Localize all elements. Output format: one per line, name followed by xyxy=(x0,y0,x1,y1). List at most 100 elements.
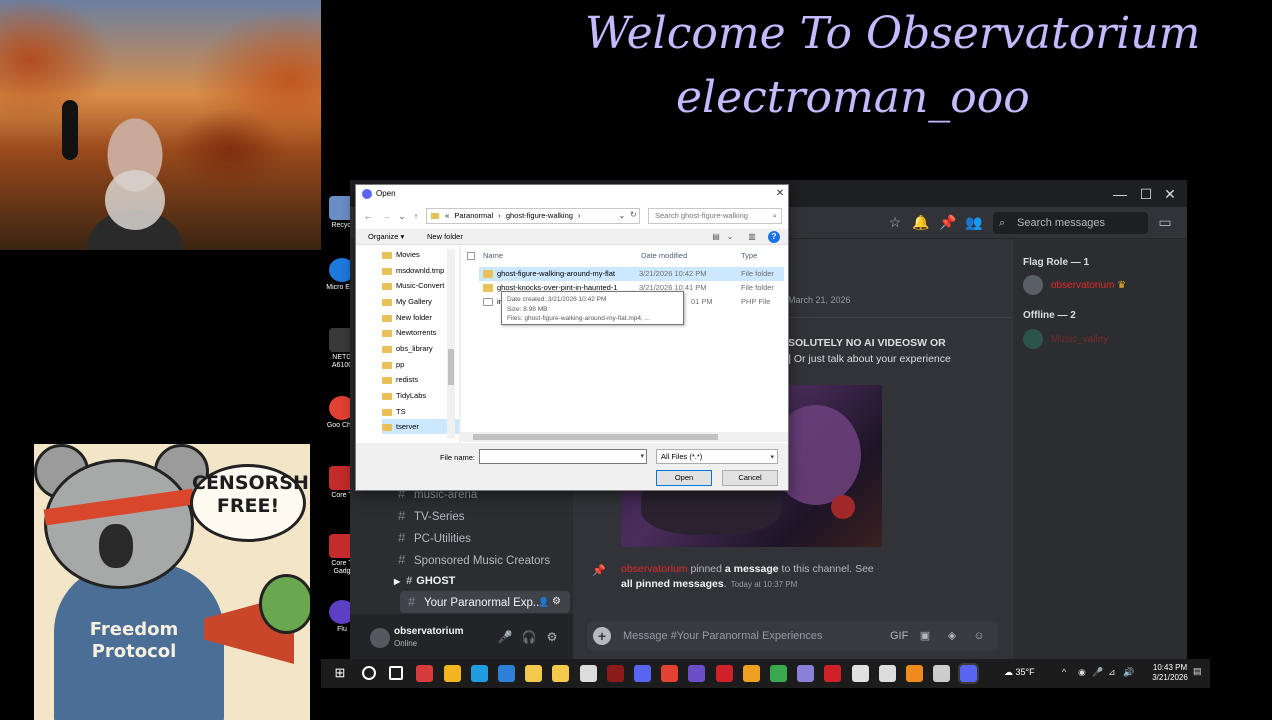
pinned-message-link[interactable]: a message xyxy=(725,563,779,575)
organize-button[interactable]: Organize ▾ xyxy=(368,232,404,241)
search-icon[interactable] xyxy=(362,666,376,680)
volume-icon[interactable]: 🔊 xyxy=(1123,667,1134,678)
app-green-icon[interactable] xyxy=(770,665,787,682)
microphone-icon[interactable]: 🎤 xyxy=(1092,667,1103,678)
chrome-icon[interactable] xyxy=(661,665,679,682)
app-purple-icon[interactable] xyxy=(688,665,706,682)
cancel-button[interactable]: Cancel xyxy=(722,470,778,486)
app-red-icon[interactable] xyxy=(416,665,434,682)
apps-icon[interactable]: ◈ xyxy=(944,628,960,644)
app-orange-icon[interactable] xyxy=(742,665,760,682)
discord-active-icon[interactable] xyxy=(958,663,980,684)
emoji-icon[interactable]: ☺ xyxy=(971,628,987,644)
members-icon[interactable]: 👥 xyxy=(965,213,983,231)
channel-settings-icon[interactable]: ⚙ xyxy=(552,591,561,613)
inbox-icon[interactable]: ▭ xyxy=(1156,213,1174,231)
channel-tv-series[interactable]: # TV-Series xyxy=(398,505,568,527)
up-folder-icon[interactable]: ↑ xyxy=(410,209,422,223)
sticker-icon[interactable]: ▣ xyxy=(917,628,933,644)
close-icon[interactable]: ✕ xyxy=(1160,184,1180,204)
app-box-icon[interactable] xyxy=(878,665,896,682)
all-pinned-messages-link[interactable]: all pinned messages xyxy=(621,578,724,590)
notification-icon[interactable]: ▤ xyxy=(1193,666,1202,677)
column-name[interactable]: Name xyxy=(483,251,503,260)
refresh-icon[interactable]: ↻ xyxy=(630,210,637,219)
chevron-down-icon[interactable]: ▾ xyxy=(640,452,644,460)
weather-widget[interactable]: ☁ 35°F xyxy=(1004,667,1035,678)
chevron-down-icon[interactable]: ⌄ xyxy=(724,231,736,243)
user-settings-icon[interactable]: ⚙ xyxy=(544,629,560,645)
channel-your-paranormal-experiences[interactable]: # Your Paranormal Exp... 👤 ⚙ xyxy=(400,591,570,613)
message-input[interactable]: + Message #Your Paranormal Experiences G… xyxy=(587,621,999,651)
scrollbar-thumb[interactable] xyxy=(473,434,718,440)
member-group-header: Flag Role — 1 xyxy=(1023,257,1090,268)
pin-icon[interactable]: 📌 xyxy=(939,213,957,231)
calendar-icon[interactable] xyxy=(552,665,570,682)
select-all-checkbox[interactable] xyxy=(467,252,475,260)
column-date-modified[interactable]: Date modified xyxy=(641,251,687,260)
category-ghost[interactable]: ▶ # GHOST xyxy=(394,573,455,590)
file-row[interactable]: ghost-figure-walking-around-my-flat 3/21… xyxy=(479,267,784,281)
open-button[interactable]: Open xyxy=(656,470,712,486)
windows-start-icon[interactable]: ⊞ xyxy=(333,666,347,680)
microphone-icon[interactable]: 🎤 xyxy=(497,629,513,645)
avatar[interactable] xyxy=(1023,329,1043,349)
pin-user[interactable]: observatorium xyxy=(621,563,688,575)
obs-icon[interactable] xyxy=(851,665,869,682)
column-type[interactable]: Type xyxy=(741,251,757,260)
app-red-circle-icon[interactable] xyxy=(715,665,733,682)
headphones-icon[interactable]: 🎧 xyxy=(521,629,537,645)
file-type-select[interactable]: All Files (*.*) ▾ xyxy=(656,449,778,464)
file-name-input[interactable]: ▾ xyxy=(479,449,647,464)
bell-icon[interactable]: 🔔 xyxy=(912,213,930,231)
settings-icon[interactable] xyxy=(933,665,951,682)
avatar[interactable] xyxy=(1023,275,1043,295)
breadcrumb[interactable]: ghost-figure-walking xyxy=(506,211,573,220)
horizontal-scrollbar[interactable] xyxy=(461,432,788,442)
new-folder-button[interactable]: New folder xyxy=(427,232,463,241)
breadcrumb[interactable]: Paranormal xyxy=(454,211,493,220)
avatar[interactable] xyxy=(370,628,390,648)
vlc-icon[interactable] xyxy=(906,665,923,682)
clock[interactable]: 10:43 PM 3/21/2026 xyxy=(1148,663,1192,683)
preview-pane-icon[interactable]: ▥ xyxy=(746,231,758,243)
member-name[interactable]: observatorium ♛ xyxy=(1051,280,1126,291)
app-blue-icon[interactable] xyxy=(498,665,515,682)
forward-icon[interactable]: → xyxy=(380,209,392,223)
address-bar[interactable]: « Paranormal › ghost-figure-walking › ⌄ xyxy=(426,208,640,224)
view-options-icon[interactable]: ▤ xyxy=(710,231,722,243)
message-placeholder: Message #Your Paranormal Experiences xyxy=(623,630,823,642)
chevron-down-icon[interactable]: ⌄ xyxy=(396,209,408,223)
chevron-up-icon[interactable]: ^ xyxy=(1062,667,1066,677)
folder-icon xyxy=(382,361,392,369)
back-icon[interactable]: ← xyxy=(362,209,374,223)
app-dark-red-icon[interactable] xyxy=(606,665,624,682)
network-icon[interactable]: ⊿ xyxy=(1108,667,1116,678)
gif-icon[interactable]: GIF xyxy=(890,628,908,644)
help-icon[interactable]: ? xyxy=(768,231,780,243)
member-name[interactable]: Music_valley xyxy=(1051,334,1108,345)
add-attachment-icon[interactable]: + xyxy=(593,627,611,645)
tray-app-icon[interactable]: ◉ xyxy=(1078,667,1086,678)
search-input[interactable]: Search ghost-figure-walking ⌕ xyxy=(648,208,782,224)
app-multicolor-icon[interactable] xyxy=(443,665,461,682)
chevron-down-icon[interactable]: ⌄ xyxy=(619,209,625,223)
star-icon[interactable]: ☆ xyxy=(886,213,904,231)
add-member-icon[interactable]: 👤 xyxy=(538,591,549,613)
scrollbar-thumb[interactable] xyxy=(448,349,454,385)
category-arrow-icon: ▶ xyxy=(394,577,401,586)
minimize-icon[interactable]: — xyxy=(1110,184,1130,204)
search-messages-input[interactable]: ⌕ Search messages xyxy=(993,212,1148,234)
maximize-icon[interactable]: ☐ xyxy=(1136,184,1156,204)
discord-icon[interactable] xyxy=(634,665,651,682)
scrollbar[interactable] xyxy=(447,249,455,439)
opera-icon[interactable] xyxy=(824,665,842,682)
task-view-icon[interactable] xyxy=(389,666,404,680)
file-explorer-icon[interactable] xyxy=(525,665,543,682)
app-lavender-icon[interactable] xyxy=(797,665,815,682)
edge-icon[interactable] xyxy=(470,665,488,682)
close-icon[interactable]: ✕ xyxy=(773,187,787,201)
app-audio-icon[interactable] xyxy=(579,665,597,682)
channel-sponsored-music-creators[interactable]: # Sponsored Music Creators xyxy=(398,549,568,571)
channel-pc-utilities[interactable]: # PC-Utilities xyxy=(398,527,568,549)
